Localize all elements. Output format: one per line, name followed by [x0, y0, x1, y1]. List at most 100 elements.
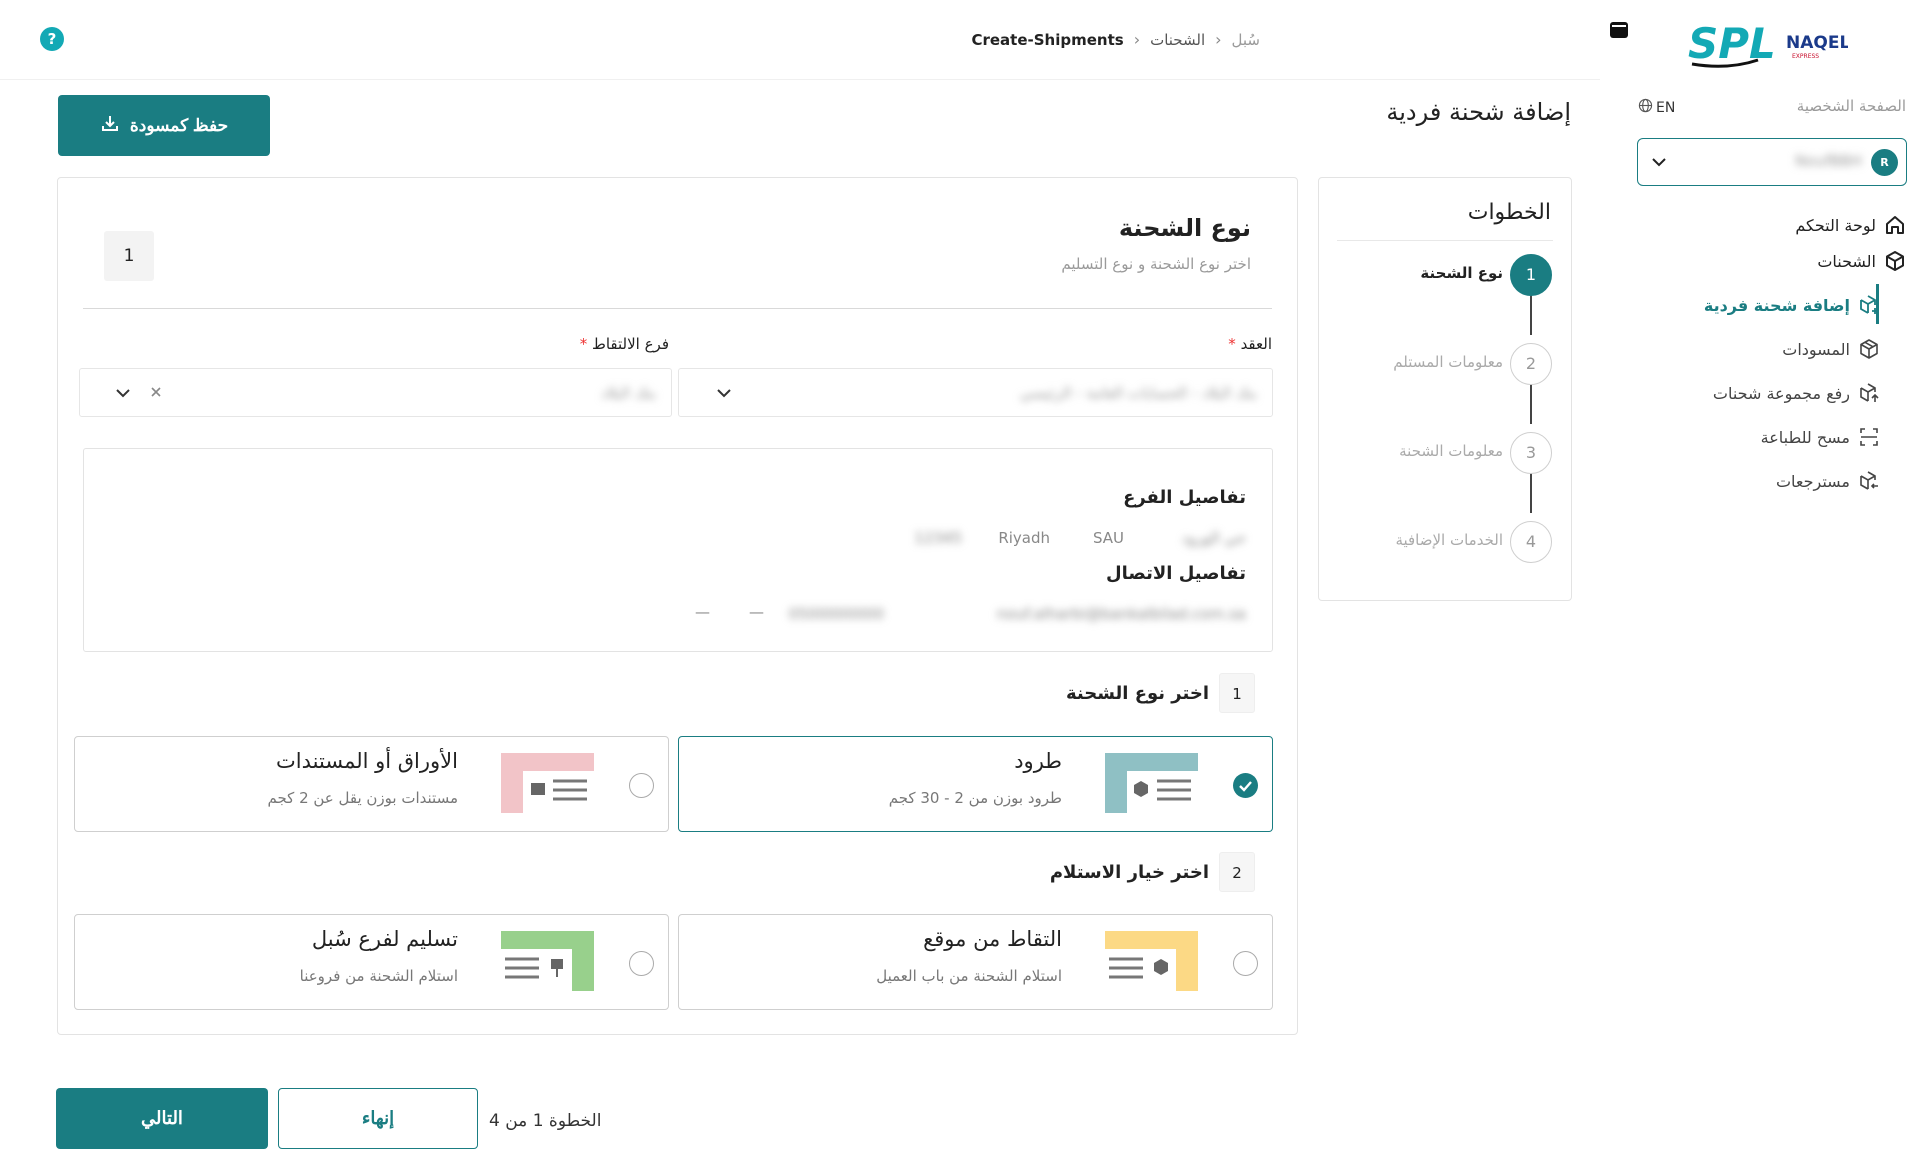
radio-button[interactable]: [629, 951, 654, 976]
chevron-left-icon: ‹: [1133, 30, 1141, 49]
branch-details-panel: تفاصيل الفرع حي الورود SAU Riyadh 12345 …: [83, 448, 1273, 652]
option-pickup-location[interactable]: التقاط من موقع استلام الشحنة من باب العم…: [678, 914, 1273, 1010]
contact-dash: —: [749, 603, 764, 621]
sidebar-item-dashboard[interactable]: لوحة التحكم: [1795, 212, 1908, 238]
help-icon[interactable]: ?: [40, 27, 64, 51]
contract-select[interactable]: بنك البلاد - الحسابات العامة - الرئيسي: [678, 368, 1273, 417]
profile-link[interactable]: الصفحة الشخصية: [1797, 97, 1906, 115]
step-counter: الخطوة 1 من 4: [489, 1111, 602, 1131]
step-4-label: الخدمات الإضافية: [1395, 531, 1503, 549]
sidebar-item-label: رفع مجموعة شحنات: [1712, 383, 1850, 403]
section-number: 1: [104, 231, 154, 281]
chevron-down-icon[interactable]: [114, 384, 132, 406]
step-2-circle[interactable]: 2: [1510, 343, 1552, 385]
clear-icon[interactable]: [148, 384, 164, 404]
branch-label: فرع الالتقاط *: [580, 335, 669, 353]
finish-button[interactable]: إنهاء: [278, 1088, 478, 1149]
question-title: اختر خيار الاستلام: [1049, 861, 1209, 883]
sidebar-item-label: لوحة التحكم: [1795, 215, 1876, 235]
branch-details-title: تفاصيل الفرع: [1123, 487, 1246, 508]
branch-value: بنك البلاد: [600, 384, 656, 402]
active-indicator: [1876, 284, 1879, 324]
required-mark: *: [1228, 335, 1236, 353]
svg-text:SPL: SPL: [1688, 19, 1776, 68]
option-parcels[interactable]: طرود طرود بوزن من 2 - 30 كجم: [678, 736, 1273, 832]
option-documents[interactable]: الأوراق أو المستندات مستندات بوزن يقل عن…: [74, 736, 669, 832]
sidebar-item-shipments[interactable]: الشحنات: [1817, 248, 1908, 274]
package-upload-icon: [1856, 380, 1882, 406]
breadcrumb-current: Create-Shipments: [971, 30, 1124, 49]
delivery-option-question: 2 اختر خيار الاستلام: [1050, 852, 1255, 892]
section-title: نوع الشحنة: [1118, 214, 1251, 242]
breadcrumb-home[interactable]: سُبل: [1232, 31, 1260, 49]
contact-dash: —: [695, 603, 710, 621]
option-title: تسليم لفرع سُبل: [311, 927, 458, 951]
branch-zip: 12345: [914, 529, 962, 547]
radio-button[interactable]: [1233, 951, 1258, 976]
option-subtitle: مستندات بوزن يقل عن 2 كجم: [267, 789, 458, 807]
svg-text:EXPRESS: EXPRESS: [1792, 53, 1819, 60]
save-draft-button[interactable]: حفظ كمسودة: [58, 95, 270, 156]
step-4-circle[interactable]: 4: [1510, 521, 1552, 563]
chevron-down-icon[interactable]: [715, 384, 733, 406]
chevron-down-icon: [1650, 153, 1668, 175]
next-button[interactable]: التالي: [56, 1088, 268, 1149]
account-selector[interactable]: R NoufBBH: [1637, 138, 1907, 186]
option-title: التقاط من موقع: [923, 927, 1062, 951]
top-bar: ? سُبل ‹ الشحنات ‹ Create-Shipments: [0, 0, 1628, 80]
return-icon: [1856, 468, 1882, 494]
branch-country: SAU: [1092, 529, 1124, 547]
question-title: اختر نوع الشحنة: [1065, 682, 1209, 704]
step-1-label: نوع الشحنة: [1420, 264, 1503, 282]
pickup-illustration: [1105, 931, 1198, 991]
steps-title: الخطوات: [1467, 200, 1551, 225]
option-subtitle: استلام الشحنة من باب العميل: [876, 967, 1062, 985]
step-1-circle[interactable]: 1: [1510, 254, 1552, 296]
sidebar-item-returns[interactable]: مسترجعات: [1776, 468, 1882, 494]
section-subtitle: اختر نوع الشحنة و نوع التسليم: [1061, 255, 1251, 273]
branch-district: حي الورود: [1181, 529, 1246, 547]
download-icon: [100, 113, 120, 138]
sidebar-item-bulk-upload[interactable]: رفع مجموعة شحنات: [1713, 380, 1882, 406]
check-icon[interactable]: [1233, 773, 1258, 798]
sidebar-item-add-single-shipment[interactable]: إضافة شحنة فردية: [1704, 292, 1882, 318]
steps-panel: الخطوات 1 نوع الشحنة 2 معلومات المستلم 3…: [1318, 177, 1572, 601]
branch-label-text: فرع الالتقاط: [591, 335, 669, 353]
breadcrumb: سُبل ‹ الشحنات ‹ Create-Shipments: [971, 30, 1260, 49]
sidebar-item-label: الشحنات: [1817, 251, 1876, 271]
shipment-type-card: نوع الشحنة اختر نوع الشحنة و نوع التسليم…: [57, 177, 1298, 1035]
option-title: الأوراق أو المستندات: [276, 749, 458, 773]
step-connector: [1530, 295, 1532, 335]
brand-logo[interactable]: SPL NAQEL EXPRESS: [1688, 14, 1850, 70]
scan-icon: [1856, 424, 1882, 450]
avatar: R: [1871, 149, 1898, 176]
contact-details-title: تفاصيل الاتصال: [1106, 563, 1246, 584]
breadcrumb-shipments[interactable]: الشحنات: [1150, 31, 1205, 49]
step-2-label: معلومات المستلم: [1393, 353, 1503, 371]
divider: [83, 308, 1272, 309]
save-draft-label: حفظ كمسودة: [129, 115, 229, 135]
step-3-label: معلومات الشحنة: [1399, 442, 1503, 460]
chevron-left-icon: ‹: [1215, 30, 1222, 49]
sidebar-item-scan-print[interactable]: مسح للطباعة: [1761, 424, 1882, 450]
svg-text:NAQEL: NAQEL: [1786, 33, 1848, 53]
branch-select[interactable]: بنك البلاد: [79, 368, 672, 417]
option-title: طرود: [1014, 749, 1062, 773]
globe-icon: [1638, 98, 1653, 117]
shipment-type-question: 1 اختر نوع الشحنة: [1066, 673, 1255, 713]
step-connector: [1530, 473, 1532, 513]
option-branch-delivery[interactable]: تسليم لفرع سُبل استلام الشحنة من فروعنا: [74, 914, 669, 1010]
branch-city: Riyadh: [998, 529, 1050, 547]
option-subtitle: طرود بوزن من 2 - 30 كجم: [888, 789, 1062, 807]
sidebar-item-drafts[interactable]: المسودات: [1782, 336, 1882, 362]
sidebar-item-label: مسترجعات: [1775, 471, 1850, 491]
account-name: NoufBBH: [1794, 152, 1862, 170]
sidebar: SPL NAQEL EXPRESS EN الصفحة الشخصية R No…: [1600, 0, 1920, 1168]
contact-email: nouf.alharbi@bankalbilad.com.sa: [996, 605, 1246, 623]
language-switch[interactable]: EN: [1638, 98, 1675, 117]
step-3-circle[interactable]: 3: [1510, 432, 1552, 474]
option-subtitle: استلام الشحنة من فروعنا: [299, 967, 458, 985]
step-connector: [1530, 384, 1532, 424]
parcels-illustration: [1105, 753, 1198, 813]
radio-button[interactable]: [629, 773, 654, 798]
